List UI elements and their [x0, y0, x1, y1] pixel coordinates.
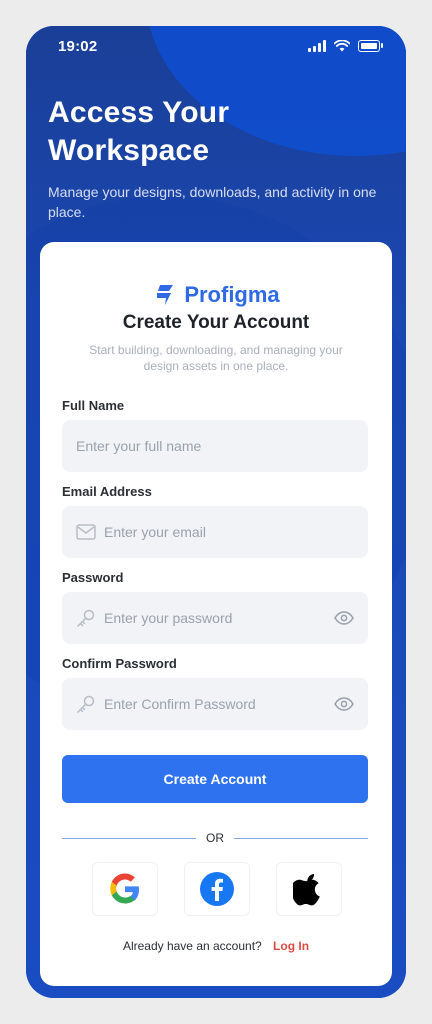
hero-title-line2: Workspace — [48, 134, 210, 167]
apple-icon — [293, 874, 320, 906]
confirm-password-input[interactable] — [104, 696, 324, 712]
hero-title-line1: Access Your — [48, 96, 230, 129]
mail-icon — [76, 522, 96, 542]
login-link[interactable]: Log In — [273, 939, 309, 953]
confirm-password-field[interactable] — [62, 678, 368, 730]
apple-signin-button[interactable] — [276, 862, 342, 916]
eye-icon[interactable] — [334, 608, 354, 628]
bolt-icon — [152, 282, 178, 308]
status-icons — [308, 38, 383, 54]
password-field[interactable] — [62, 592, 368, 644]
email-label: Email Address — [62, 484, 152, 499]
phone-frame: 19:02 Access Your Workspace Manage your … — [26, 26, 406, 998]
password-label: Password — [62, 570, 124, 585]
status-bar: 19:02 — [26, 26, 406, 68]
key-icon — [76, 608, 96, 628]
eye-icon[interactable] — [334, 694, 354, 714]
divider-text: OR — [206, 831, 224, 845]
card-title: Create Your Account — [122, 312, 310, 333]
password-input[interactable] — [104, 610, 324, 626]
signal-icon — [308, 40, 326, 52]
full-name-field[interactable] — [62, 420, 368, 472]
hero-title: Access Your Workspace — [48, 94, 378, 170]
confirm-password-label: Confirm Password — [62, 656, 177, 671]
card-subtitle: Start building, downloading, and managin… — [89, 343, 343, 373]
signup-card: Profigma Create Your Account Start build… — [40, 242, 392, 986]
email-field[interactable] — [62, 506, 368, 558]
brand-name: Profigma — [184, 282, 280, 307]
google-signin-button[interactable] — [92, 862, 158, 916]
full-name-label: Full Name — [62, 398, 125, 413]
email-input[interactable] — [104, 524, 324, 540]
battery-icon — [358, 40, 383, 52]
or-divider: OR — [62, 830, 368, 846]
divider-line — [62, 837, 196, 839]
login-prompt: Already have an account? — [122, 939, 262, 953]
hero-subtitle: Manage your designs, downloads, and acti… — [48, 184, 377, 220]
login-row: Already have an account? Log In — [40, 939, 392, 953]
brand-logo: Profigma — [40, 280, 392, 310]
hero: Access Your Workspace Manage your design… — [48, 94, 378, 222]
facebook-signin-button[interactable] — [184, 862, 250, 916]
status-time: 19:02 — [58, 38, 98, 55]
facebook-icon — [200, 872, 234, 906]
full-name-input[interactable] — [76, 438, 296, 454]
wifi-icon — [334, 40, 350, 52]
create-account-button[interactable]: Create Account — [62, 755, 368, 803]
google-icon — [110, 873, 139, 904]
key-icon — [76, 694, 96, 714]
divider-line — [234, 837, 368, 839]
